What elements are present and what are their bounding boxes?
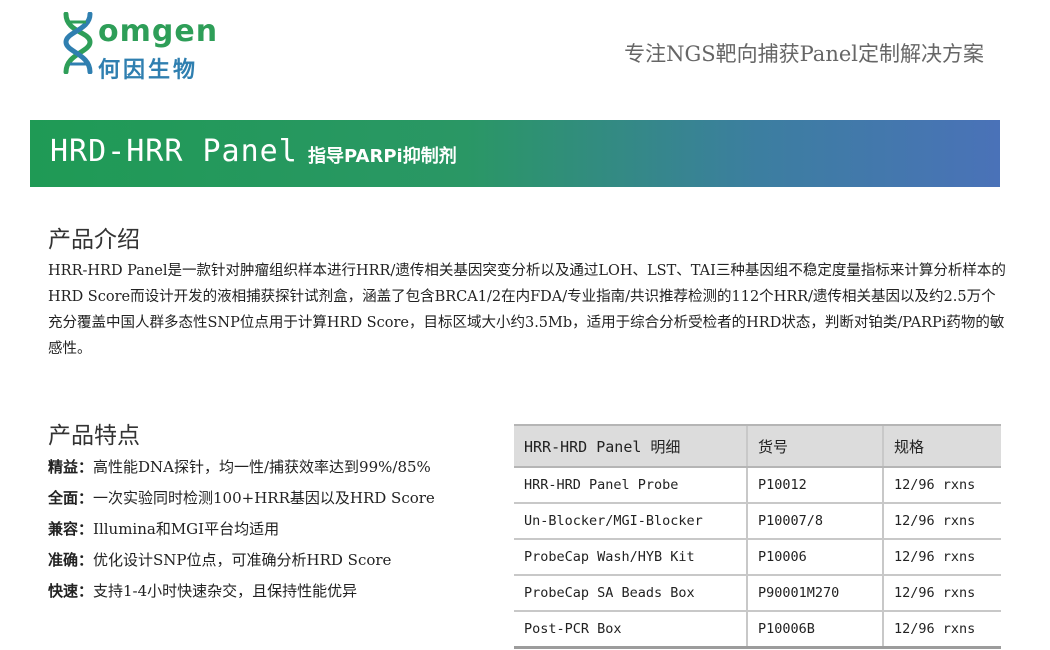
table-cell: P10007/8 <box>746 503 883 540</box>
features-heading: 产品特点 <box>48 423 140 449</box>
table-row: Post-PCR Box P10006B 12/96 rxns <box>514 611 1001 649</box>
product-spec-table: HRR-HRD Panel 明细 货号 规格 HRR-HRD Panel Pro… <box>514 424 1001 649</box>
feature-text: 一次实验同时检测100+HRR基因以及HRD Score <box>93 489 435 507</box>
feature-key: 快速： <box>48 582 94 600</box>
table-cell: 12/96 rxns <box>882 467 1001 504</box>
table-cell: P10012 <box>746 467 883 504</box>
table-cell: 12/96 rxns <box>882 611 1001 649</box>
table-cell: ProbeCap Wash/HYB Kit <box>514 539 747 576</box>
banner-title: HRD-HRR Panel <box>50 134 298 169</box>
table-header-row: HRR-HRD Panel 明细 货号 规格 <box>514 424 1001 468</box>
features-list: 精益：高性能DNA探针，均一性/捕获效率达到99%/85% 全面：一次实验同时检… <box>48 452 488 607</box>
feature-item: 准确：优化设计SNP位点，可准确分析HRD Score <box>48 545 488 576</box>
dna-helix-h-icon <box>63 12 93 74</box>
table-cell: Post-PCR Box <box>514 611 747 649</box>
feature-item: 快速：支持1-4小时快速杂交，且保持性能优异 <box>48 576 488 607</box>
column-header: 规格 <box>882 424 1001 468</box>
feature-item: 全面：一次实验同时检测100+HRR基因以及HRD Score <box>48 483 488 514</box>
title-banner: HRD-HRR Panel 指导PARPi抑制剂 <box>30 120 1000 187</box>
table-cell: ProbeCap SA Beads Box <box>514 575 747 612</box>
feature-text: Illumina和MGI平台均适用 <box>93 520 280 538</box>
table-row: ProbeCap Wash/HYB Kit P10006 12/96 rxns <box>514 539 1001 576</box>
table-cell: HRR-HRD Panel Probe <box>514 467 747 504</box>
logo-name-cn: 何因生物 <box>98 58 199 83</box>
logo-name-en: omgen <box>98 14 219 49</box>
table-cell: P10006 <box>746 539 883 576</box>
table-cell: 12/96 rxns <box>882 503 1001 540</box>
feature-text: 支持1-4小时快速杂交，且保持性能优异 <box>93 582 358 600</box>
feature-item: 兼容：Illumina和MGI平台均适用 <box>48 514 488 545</box>
table-cell: 12/96 rxns <box>882 575 1001 612</box>
column-header: 货号 <box>746 424 883 468</box>
intro-paragraph: HRR-HRD Panel是一款针对肿瘤组织样本进行HRR/遗传相关基因突变分析… <box>48 263 1006 357</box>
company-logo: omgen 何因生物 <box>60 10 220 83</box>
table-cell: 12/96 rxns <box>882 539 1001 576</box>
table-cell: P90001M270 <box>746 575 883 612</box>
feature-text: 优化设计SNP位点，可准确分析HRD Score <box>93 551 392 569</box>
intro-heading: 产品介绍 <box>48 227 140 253</box>
column-header: HRR-HRD Panel 明细 <box>514 424 747 468</box>
table-cell: Un-Blocker/MGI-Blocker <box>514 503 747 540</box>
feature-key: 准确： <box>48 551 94 569</box>
table-row: Un-Blocker/MGI-Blocker P10007/8 12/96 rx… <box>514 503 1001 540</box>
table-cell: P10006B <box>746 611 883 649</box>
banner-subtitle: 指导PARPi抑制剂 <box>308 146 457 167</box>
table-row: ProbeCap SA Beads Box P90001M270 12/96 r… <box>514 575 1001 612</box>
header-tagline: 专注NGS靶向捕获Panel定制解决方案 <box>624 42 984 66</box>
table-row: HRR-HRD Panel Probe P10012 12/96 rxns <box>514 467 1001 504</box>
feature-key: 全面： <box>48 489 94 507</box>
feature-key: 兼容： <box>48 520 94 538</box>
feature-item: 精益：高性能DNA探针，均一性/捕获效率达到99%/85% <box>48 452 488 483</box>
feature-text: 高性能DNA探针，均一性/捕获效率达到99%/85% <box>93 458 431 476</box>
feature-key: 精益： <box>48 458 94 476</box>
